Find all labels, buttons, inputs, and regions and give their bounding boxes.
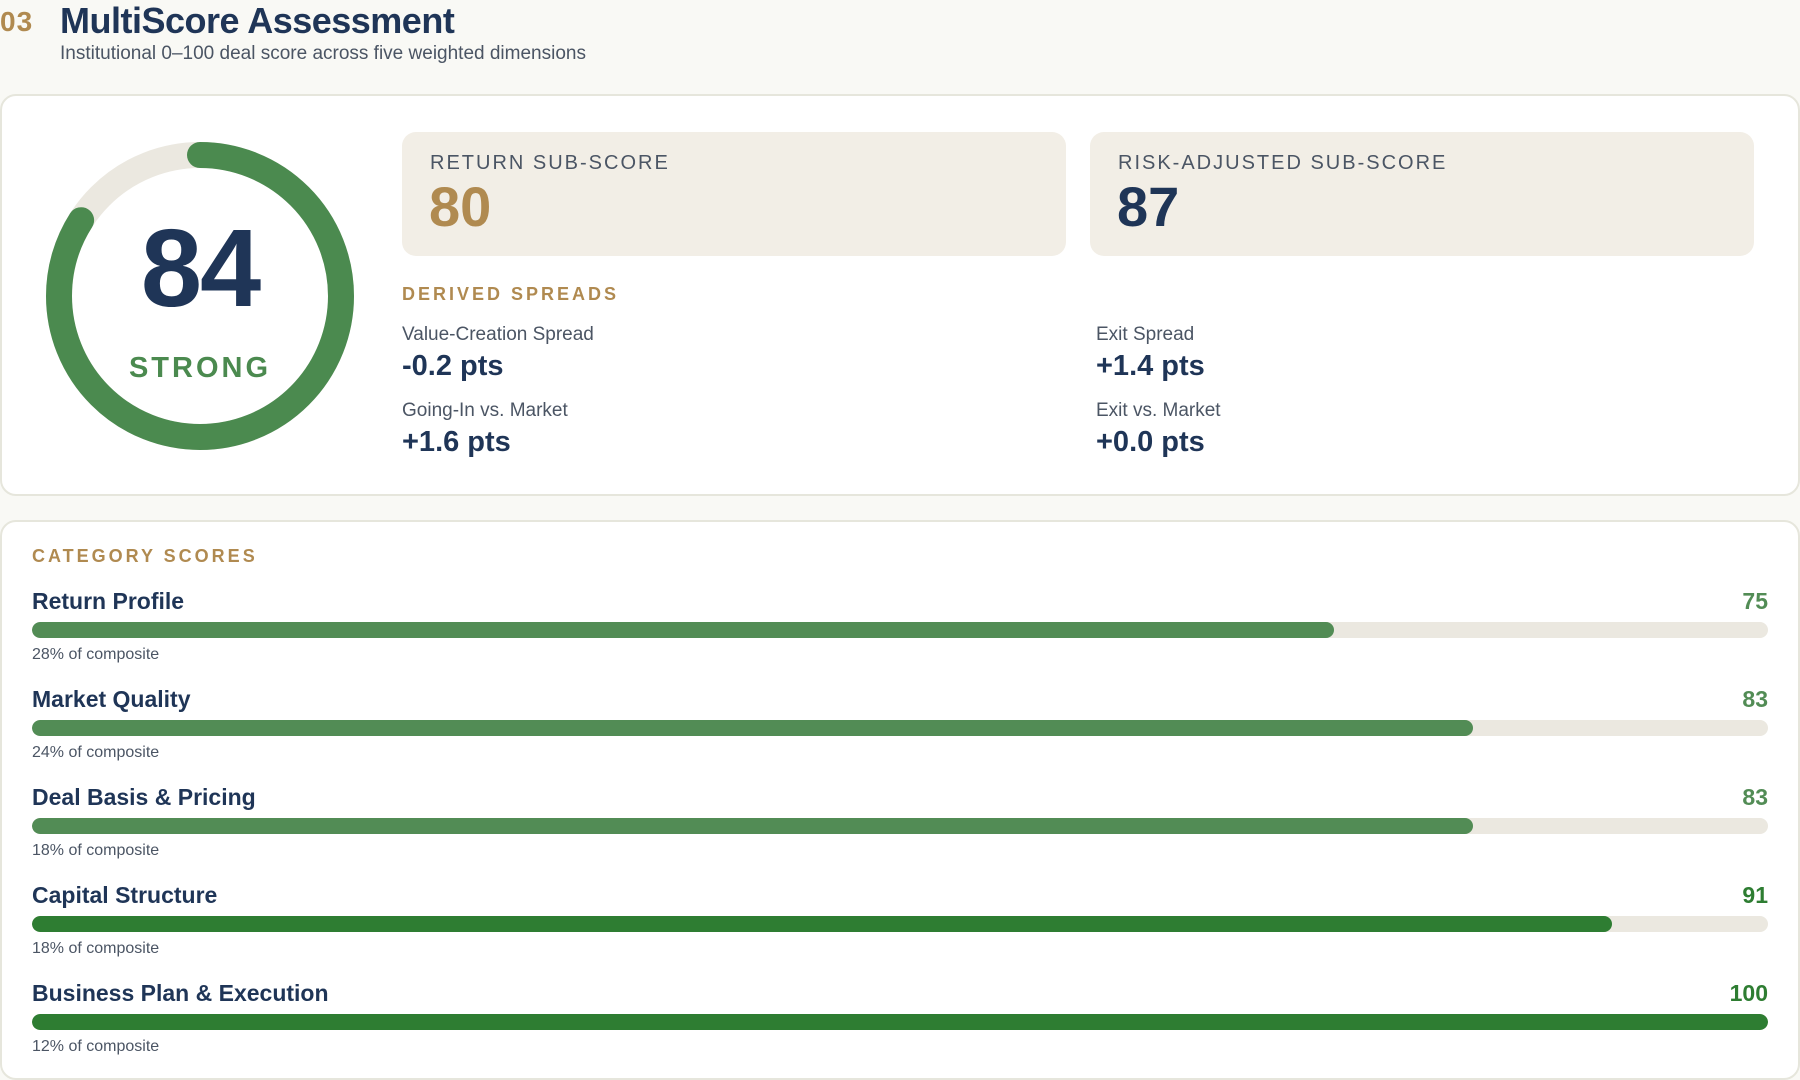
category-weight: 28% of composite (32, 646, 160, 663)
metric-label: Value-Creation Spread (402, 324, 594, 345)
category-name: Deal Basis & Pricing (32, 784, 256, 810)
composite-score-value: 84 (140, 207, 261, 330)
page-title: MultiScore Assessment (60, 0, 455, 41)
metric-label: Exit Spread (1096, 324, 1195, 345)
metric-exit-spread: Exit Spread +1.4 pts (1096, 324, 1205, 383)
category-weight: 18% of composite (32, 842, 160, 859)
metric-value: +1.4 pts (1096, 350, 1205, 382)
category-name: Return Profile (32, 588, 185, 614)
category-score: 75 (1742, 588, 1768, 614)
metric-label: Going-In vs. Market (402, 400, 568, 421)
category-bar-fill (32, 818, 1473, 834)
category-name: Market Quality (32, 686, 191, 712)
risk-adjusted-subscore-value: 87 (1117, 175, 1180, 238)
category-bar-track (32, 916, 1768, 932)
metric-going-in-vs-market: Going-In vs. Market +1.6 pts (402, 400, 568, 459)
metric-value: -0.2 pts (402, 350, 504, 382)
category-name: Business Plan & Execution (32, 980, 329, 1006)
category-bar-track (32, 818, 1768, 834)
category-weight: 24% of composite (32, 744, 160, 761)
category-bar-fill (32, 720, 1473, 736)
category-score: 91 (1742, 882, 1768, 908)
metric-exit-vs-market: Exit vs. Market +0.0 pts (1096, 400, 1221, 459)
category-name: Capital Structure (32, 882, 218, 908)
category-row-business-plan-execution: Business Plan & Execution 100 12% of com… (32, 980, 1768, 1070)
category-bar-fill (32, 622, 1334, 638)
metric-value-creation-spread: Value-Creation Spread -0.2 pts (402, 324, 594, 383)
metric-value: +1.6 pts (402, 426, 511, 458)
section-header: 03 MultiScore Assessment Institutional 0… (0, 0, 1800, 80)
category-score: 83 (1742, 686, 1768, 712)
category-scores-heading: CATEGORY SCORES (32, 546, 258, 566)
composite-rating: STRONG (128, 352, 272, 384)
category-bar-track (32, 720, 1768, 736)
category-row-capital-structure: Capital Structure 91 18% of composite (32, 882, 1768, 972)
category-row-return-profile: Return Profile 75 28% of composite (32, 588, 1768, 678)
metric-label: Exit vs. Market (1096, 400, 1221, 421)
category-bar-fill (32, 1014, 1768, 1030)
return-subscore-box: RETURN SUB-SCORE 80 (402, 132, 1066, 256)
risk-adjusted-subscore-box: RISK-ADJUSTED SUB-SCORE 87 (1090, 132, 1754, 256)
category-weight: 12% of composite (32, 1038, 160, 1055)
category-bar-fill (32, 916, 1612, 932)
return-subscore-value: 80 (429, 175, 492, 238)
section-number: 03 (0, 6, 34, 37)
category-score: 83 (1742, 784, 1768, 810)
category-row-deal-basis-pricing: Deal Basis & Pricing 83 18% of composite (32, 784, 1768, 874)
category-bar-track (32, 1014, 1768, 1030)
category-score: 100 (1729, 980, 1768, 1006)
category-bar-track (32, 622, 1768, 638)
category-row-market-quality: Market Quality 83 24% of composite (32, 686, 1768, 776)
page-subtitle: Institutional 0–100 deal score across fi… (60, 43, 586, 64)
metric-value: +0.0 pts (1096, 426, 1205, 458)
category-weight: 18% of composite (32, 940, 160, 957)
derived-spreads-heading: DERIVED SPREADS (402, 284, 620, 304)
